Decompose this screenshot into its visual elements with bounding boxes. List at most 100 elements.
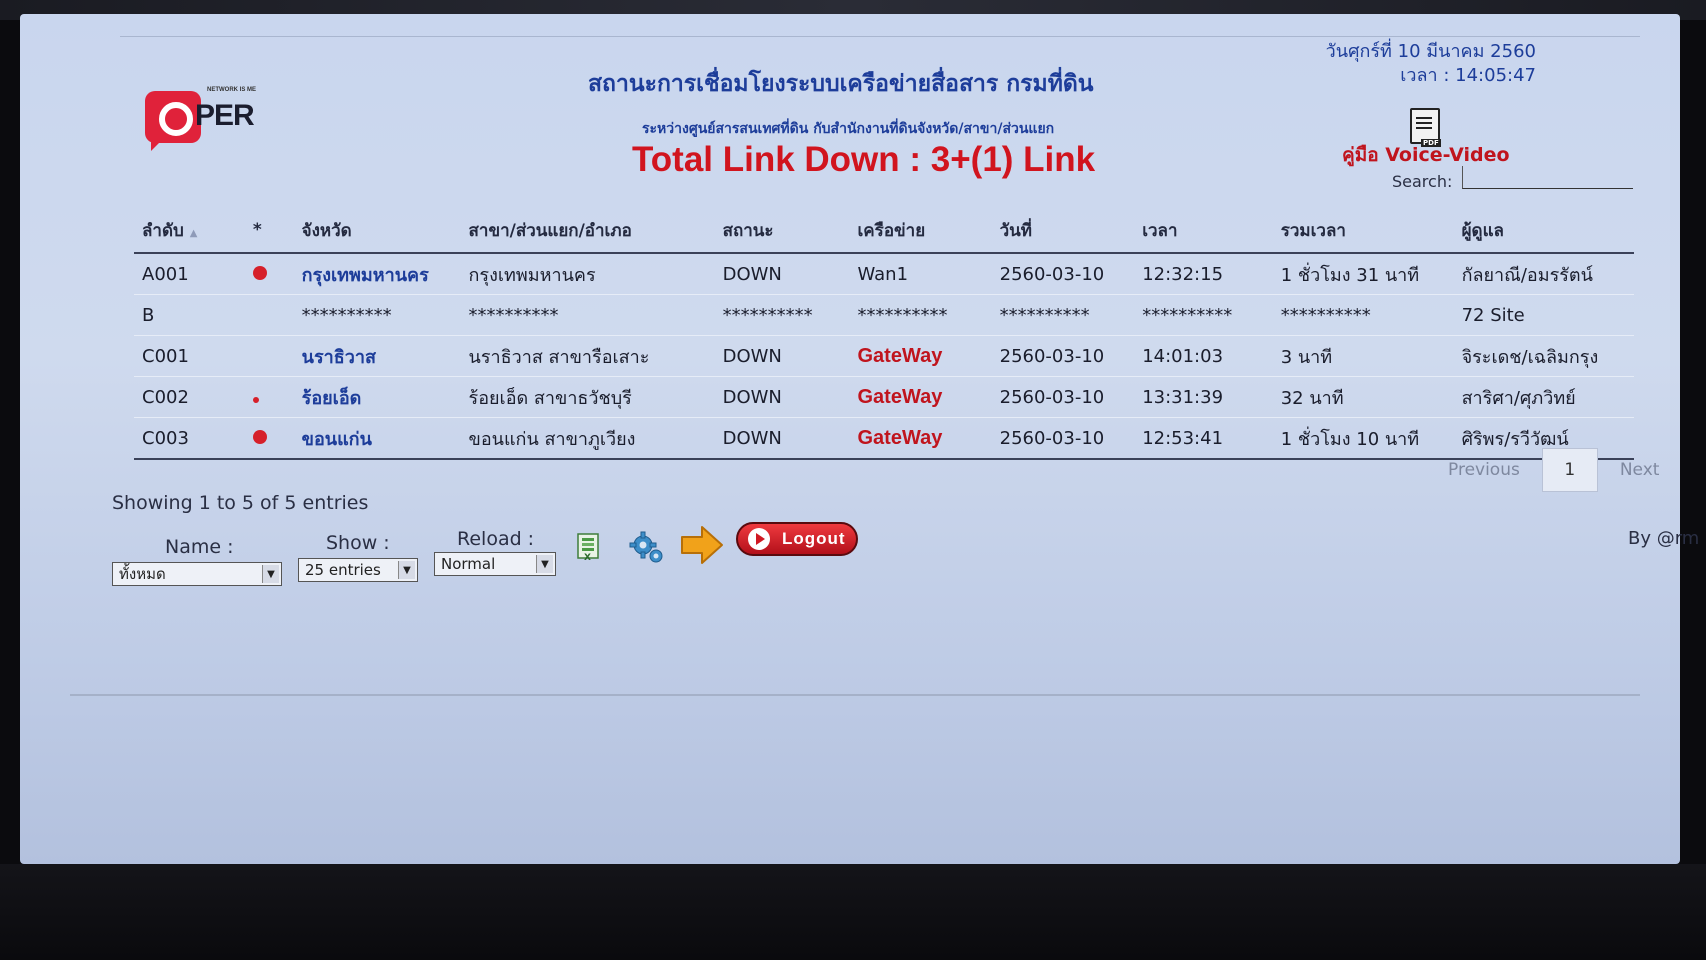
cell-id: C002 <box>134 376 245 418</box>
name-select-value: ทั้งหมด <box>119 565 166 583</box>
next-arrow-icon[interactable] <box>680 524 724 566</box>
cell-time: 12:32:15 <box>1134 252 1273 295</box>
cell-id: C003 <box>134 417 245 460</box>
page-title: สถานะการเชื่อมโยงระบบเครือข่ายสื่อสาร กร… <box>588 71 1094 97</box>
cell-branch: กรุงเทพมหานคร <box>460 252 715 295</box>
divider <box>70 694 1640 696</box>
status-dot-icon <box>252 265 267 280</box>
show-label: Show : <box>326 532 390 554</box>
byline: By @rm <box>1628 528 1700 549</box>
cell-id: A001 <box>134 252 245 295</box>
show-select-value: 25 entries <box>305 561 381 579</box>
cell-owner: จิระเดช/เฉลิมกรุง <box>1453 335 1634 377</box>
col-header-order[interactable]: ลำดับ ▲ <box>134 208 245 254</box>
pagination: Previous 1 Next <box>1448 448 1659 492</box>
cell-owner: 72 Site <box>1453 294 1634 336</box>
cell-network: GateWay <box>849 376 992 418</box>
cell-id: C001 <box>134 335 245 377</box>
col-header-duration[interactable]: รวมเวลา <box>1272 208 1454 254</box>
oper-logo: PER NETWORK IS ME <box>145 85 285 155</box>
status-dot-icon <box>252 429 267 444</box>
current-time: เวลา : 14:05:47 <box>1400 65 1536 86</box>
col-header-time[interactable]: เวลา <box>1134 208 1273 254</box>
entries-info: Showing 1 to 5 of 5 entries <box>112 492 369 514</box>
cell-mark <box>244 252 294 295</box>
pdf-icon[interactable]: PDF <box>1410 108 1441 147</box>
sort-asc-icon: ▲ <box>189 227 198 239</box>
table-row[interactable]: C002 ร้อยเอ็ด ร้อยเอ็ด สาขาธวัชบุรี DOWN… <box>134 376 1634 418</box>
page-1-button[interactable]: 1 <box>1541 448 1598 492</box>
cell-date: 2560-03-10 <box>991 376 1135 418</box>
cell-duration: 3 นาที <box>1272 335 1454 377</box>
logo-o-mark <box>145 91 201 143</box>
cell-branch: ขอนแก่น สาขาภูเวียง <box>460 417 715 460</box>
cell-network: Wan1 <box>849 252 992 295</box>
cell-status: ********** <box>714 294 850 336</box>
chevron-down-icon[interactable]: ▼ <box>536 555 553 573</box>
excel-export-icon[interactable]: X <box>576 532 604 562</box>
cell-id: B <box>134 294 245 336</box>
cell-network: ********** <box>849 294 992 336</box>
table-row[interactable]: A001 กรุงเทพมหานคร กรุงเทพมหานคร DOWN Wa… <box>134 252 1634 295</box>
monitor-bezel-bottom <box>0 864 1706 960</box>
link-status-table: ลำดับ ▲ * จังหวัด สาขา/ส่วนแยก/อำเภอ สถาน… <box>134 208 1634 460</box>
cell-duration: 1 ชั่วโมง 31 นาที <box>1272 252 1454 295</box>
table-row[interactable]: C003 ขอนแก่น ขอนแก่น สาขาภูเวียง DOWN Ga… <box>134 417 1634 460</box>
status-dot-icon <box>252 396 259 403</box>
cell-status: DOWN <box>714 376 850 418</box>
col-header-network[interactable]: เครือข่าย <box>849 208 992 254</box>
col-header-date[interactable]: วันที่ <box>991 208 1135 254</box>
cell-duration: ********** <box>1272 294 1454 336</box>
page-subtitle: ระหว่างศูนย์สารสนเทศที่ดิน กับสำนักงานที… <box>642 121 1055 137</box>
cell-time: 13:31:39 <box>1134 376 1273 418</box>
cell-province[interactable]: นราธิวาส <box>293 335 461 377</box>
cell-province[interactable]: กรุงเทพมหานคร <box>293 252 461 295</box>
col-header-owner[interactable]: ผู้ดูแล <box>1453 208 1634 254</box>
svg-text:X: X <box>584 553 591 562</box>
table-row[interactable]: B ********** ********** ********** *****… <box>134 294 1634 336</box>
search-label: Search: <box>1392 172 1453 191</box>
search-input[interactable] <box>1462 166 1633 189</box>
total-link-down: Total Link Down : 3+(1) Link <box>632 140 1096 179</box>
table-header-row: ลำดับ ▲ * จังหวัด สาขา/ส่วนแยก/อำเภอ สถาน… <box>134 208 1634 254</box>
table-row[interactable]: C001 นราธิวาส นราธิวาส สาขารือเสาะ DOWN … <box>134 335 1634 377</box>
cell-province[interactable]: ขอนแก่น <box>293 417 461 460</box>
col-header-branch[interactable]: สาขา/ส่วนแยก/อำเภอ <box>460 208 715 254</box>
cell-owner: กัลยาณี/อมรรัตน์ <box>1453 252 1634 295</box>
logo-tagline: NETWORK IS ME <box>207 87 256 93</box>
name-select[interactable]: ทั้งหมด ▼ <box>112 562 282 586</box>
logout-label: Logout <box>782 529 846 548</box>
cell-network: GateWay <box>849 335 992 377</box>
chevron-down-icon[interactable]: ▼ <box>398 561 415 579</box>
cell-mark <box>244 335 294 377</box>
previous-button[interactable]: Previous <box>1448 460 1520 480</box>
cell-date: 2560-03-10 <box>991 417 1135 460</box>
cell-time: 12:53:41 <box>1134 417 1273 460</box>
chevron-down-icon[interactable]: ▼ <box>262 565 279 583</box>
col-header-province[interactable]: จังหวัด <box>293 208 461 254</box>
settings-gear-icon[interactable] <box>628 528 666 566</box>
cell-time: 14:01:03 <box>1134 335 1273 377</box>
cell-date: ********** <box>991 294 1135 336</box>
cell-branch: ร้อยเอ็ด สาขาธวัชบุรี <box>460 376 715 418</box>
cell-duration: 32 นาที <box>1272 376 1454 418</box>
reload-select-value: Normal <box>441 555 496 573</box>
cell-province[interactable]: ร้อยเอ็ด <box>293 376 461 418</box>
cell-status: DOWN <box>714 417 850 460</box>
reload-label: Reload : <box>457 528 535 550</box>
cell-date: 2560-03-10 <box>991 335 1135 377</box>
cell-mark <box>244 294 294 336</box>
cell-time: ********** <box>1134 294 1273 336</box>
cell-status: DOWN <box>714 335 850 377</box>
reload-select[interactable]: Normal ▼ <box>434 552 556 576</box>
col-header-status[interactable]: สถานะ <box>714 208 850 254</box>
datetime-block: วันศุกร์ที่ 10 มีนาคม 2560 เวลา : 14:05:… <box>1326 40 1536 88</box>
logout-button[interactable]: Logout <box>736 522 858 556</box>
play-icon <box>748 528 770 550</box>
logo-text: PER <box>195 99 255 132</box>
cell-duration: 1 ชั่วโมง 10 นาที <box>1272 417 1454 460</box>
show-select[interactable]: 25 entries ▼ <box>298 558 418 582</box>
cell-mark <box>244 376 294 418</box>
col-header-mark[interactable]: * <box>244 208 294 254</box>
next-button[interactable]: Next <box>1620 460 1660 480</box>
